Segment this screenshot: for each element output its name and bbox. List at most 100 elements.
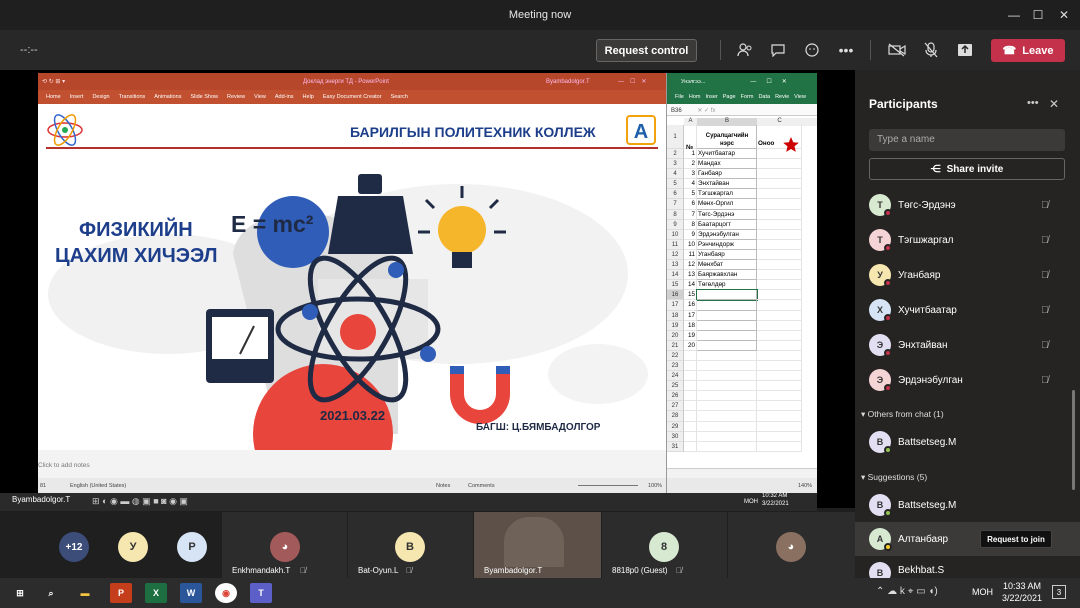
more-participants-badge[interactable]: +12 xyxy=(59,532,89,562)
spreadsheet-row[interactable]: 3 2 Мандах xyxy=(667,159,802,170)
spreadsheet-row[interactable]: 13 12 Мөнхбат xyxy=(667,260,802,271)
spreadsheet-row[interactable]: 10 9 Эрдэнэбулган xyxy=(667,229,802,240)
excel-tab[interactable]: Revie xyxy=(775,94,789,100)
notes-placeholder[interactable]: Click to add notes xyxy=(38,462,90,469)
cell-score[interactable] xyxy=(757,391,802,402)
cell-number[interactable] xyxy=(684,401,697,412)
suggestion-row[interactable]: B Battsetseg.M xyxy=(855,488,1080,522)
spreadsheet-row[interactable]: 14 13 Баяржавхлан xyxy=(667,270,802,281)
mic-off-icon[interactable] xyxy=(920,40,942,60)
sheet-tabs[interactable] xyxy=(667,468,817,478)
row-number[interactable]: 3 xyxy=(667,159,684,170)
row-number[interactable]: 7 xyxy=(667,199,684,210)
cell-number[interactable]: 4 xyxy=(684,179,697,190)
spreadsheet-row[interactable]: 18 17 xyxy=(667,310,802,321)
zoom-slider[interactable] xyxy=(578,485,638,486)
ppt-window-controls[interactable]: —☐✕ xyxy=(618,78,652,85)
cell-score[interactable] xyxy=(757,411,802,422)
cell-student-name[interactable]: Энхтайван xyxy=(697,179,757,190)
request-to-join-button[interactable]: Request to join xyxy=(980,530,1052,548)
row-number[interactable]: 10 xyxy=(667,229,684,240)
cell-student-name[interactable] xyxy=(697,411,757,422)
notification-center-icon[interactable]: 3 xyxy=(1052,585,1066,599)
ribbon-tab[interactable]: Home xyxy=(46,94,61,100)
spreadsheet-row[interactable]: 29 xyxy=(667,421,802,432)
cell-student-name[interactable] xyxy=(697,441,757,452)
cell-number[interactable]: 14 xyxy=(684,280,697,291)
cell-student-name[interactable] xyxy=(697,340,757,351)
participant-row[interactable]: У Уганбаяр 🎙̸ xyxy=(855,258,1080,292)
cell-student-name[interactable] xyxy=(697,371,757,382)
share-tray-icon[interactable] xyxy=(954,40,976,60)
cell-student-name[interactable]: Уганбаяр xyxy=(697,249,757,261)
video-tile[interactable]: 8 8818p0 (Guest) 🎙̸ xyxy=(602,512,727,578)
cell-score[interactable] xyxy=(757,381,802,392)
participant-row[interactable]: T Тэгшжаргал 🎙̸ xyxy=(855,223,1080,257)
participant-search-input[interactable]: Type a name xyxy=(869,129,1065,151)
cell-student-name[interactable]: Баатарцогт xyxy=(697,219,757,230)
chrome-icon[interactable]: ◉ xyxy=(215,583,237,603)
cell-score[interactable] xyxy=(757,360,802,372)
panel-scrollbar[interactable] xyxy=(1072,390,1075,490)
ribbon-search[interactable]: Search xyxy=(391,94,408,100)
row-number[interactable]: 23 xyxy=(667,360,684,372)
cell-score[interactable] xyxy=(757,280,802,291)
row-number[interactable]: 5 xyxy=(667,179,684,190)
cell-score[interactable] xyxy=(757,401,802,412)
cell-student-name[interactable] xyxy=(697,300,757,311)
row-number[interactable]: 14 xyxy=(667,270,684,281)
cell-student-name[interactable]: Төгөлдөр xyxy=(697,280,757,291)
cell-number[interactable]: 2 xyxy=(684,159,697,170)
tray-icons[interactable]: ⌃ ☁ k ⌖ ▭ ◖) xyxy=(876,586,938,597)
ribbon-tab[interactable]: Slide Show xyxy=(190,94,218,100)
cell-score[interactable] xyxy=(757,239,802,250)
cell-student-name[interactable]: Ганбаяр xyxy=(697,169,757,180)
spreadsheet-row[interactable]: 7 6 Мөнх-Оргил xyxy=(667,199,802,210)
participant-row[interactable]: B Battsetseg.M xyxy=(855,425,1080,459)
cell-student-name[interactable]: Эрдэнэбулган xyxy=(697,229,757,240)
cell-score[interactable] xyxy=(757,179,802,190)
row-number[interactable]: 31 xyxy=(667,441,684,452)
row-number[interactable]: 25 xyxy=(667,381,684,392)
cell-student-name[interactable] xyxy=(696,289,758,302)
cell-student-name[interactable]: Тэгшжаргал xyxy=(697,189,757,200)
excel-tab[interactable]: Inser xyxy=(706,94,718,100)
word-icon[interactable]: W xyxy=(180,583,202,603)
row-number[interactable]: 22 xyxy=(667,350,684,361)
suggestion-row[interactable]: A Алтанбаяр Request to join xyxy=(855,522,1080,556)
cell-score[interactable] xyxy=(757,421,802,432)
leave-button[interactable]: ☎ Leave xyxy=(991,39,1065,62)
cell-score[interactable] xyxy=(757,290,802,301)
name-box[interactable]: B36 xyxy=(671,108,682,114)
row-number[interactable]: 13 xyxy=(667,260,684,271)
cell-student-name[interactable] xyxy=(697,421,757,432)
cell-number[interactable]: 7 xyxy=(684,209,697,220)
cell-student-name[interactable] xyxy=(697,310,757,321)
spreadsheet-row[interactable]: 11 10 Рэнчиндорж xyxy=(667,239,802,250)
cell-score[interactable] xyxy=(757,219,802,230)
row-number[interactable]: 21 xyxy=(667,340,684,351)
cell-score[interactable] xyxy=(757,229,802,240)
cell-score[interactable] xyxy=(757,169,802,180)
cell-score[interactable] xyxy=(757,441,802,452)
cell-number[interactable] xyxy=(684,371,697,382)
windows-start-icon[interactable]: ⊞ xyxy=(9,583,31,603)
cell-number[interactable]: 11 xyxy=(684,249,697,261)
cell-student-name[interactable] xyxy=(697,381,757,392)
spreadsheet-row[interactable]: 27 xyxy=(667,401,802,412)
cell-score[interactable] xyxy=(757,249,802,261)
row-number[interactable]: 24 xyxy=(667,371,684,382)
ribbon-tab[interactable]: View xyxy=(254,94,266,100)
cell-number[interactable]: 19 xyxy=(684,330,697,341)
cell-number[interactable]: 9 xyxy=(684,229,697,240)
row-number[interactable]: 18 xyxy=(667,310,684,321)
excel-tab[interactable]: Page xyxy=(723,94,736,100)
search-icon[interactable]: ⌕ xyxy=(40,583,62,603)
cell-number[interactable] xyxy=(684,360,697,372)
cell-score[interactable] xyxy=(757,189,802,200)
spreadsheet-row[interactable]: 26 xyxy=(667,391,802,402)
spreadsheet-row[interactable]: 22 xyxy=(667,350,802,361)
row-number[interactable]: 4 xyxy=(667,169,684,180)
row-number[interactable]: 15 xyxy=(667,280,684,291)
cell-score[interactable] xyxy=(757,320,802,331)
